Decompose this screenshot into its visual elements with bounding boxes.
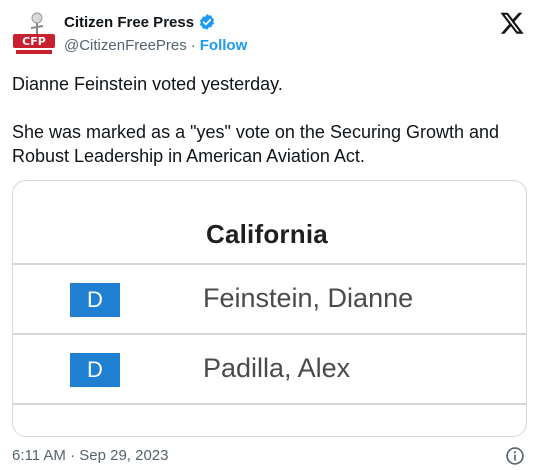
- tweet-paragraph: She was marked as a "yes" vote on the Se…: [12, 122, 500, 166]
- x-logo-icon[interactable]: [499, 10, 525, 36]
- vote-table-header: California: [13, 181, 526, 265]
- party-badge: D: [70, 283, 120, 317]
- handle-separator: ·: [190, 37, 196, 54]
- tweet-media-image[interactable]: California D Feinstein, Dianne D Padilla…: [12, 180, 527, 437]
- svg-text:CFP: CFP: [22, 35, 46, 48]
- follow-button[interactable]: Follow: [200, 37, 248, 54]
- senator-name: Padilla, Alex: [203, 353, 351, 383]
- state-title: California: [206, 219, 328, 249]
- vote-row: D Feinstein, Dianne: [13, 263, 526, 335]
- author-name[interactable]: Citizen Free Press: [64, 14, 194, 31]
- author-handle-row: @CitizenFreePres · Follow: [64, 37, 247, 54]
- senator-name: Feinstein, Dianne: [203, 283, 414, 313]
- info-icon[interactable]: [505, 446, 525, 466]
- tweet-text: Dianne Feinstein voted yesterday. She wa…: [12, 72, 527, 168]
- party-badge: D: [70, 353, 120, 387]
- avatar[interactable]: CFP: [10, 10, 58, 58]
- vote-row: D Padilla, Alex: [13, 333, 526, 405]
- tweet-timestamp[interactable]: 6:11 AM · Sep 29, 2023: [12, 447, 169, 464]
- citizen-free-press-logo-icon: CFP: [10, 10, 58, 58]
- author-handle[interactable]: @CitizenFreePres: [64, 37, 187, 54]
- verified-badge-icon: [200, 14, 215, 30]
- tweet-paragraph: Dianne Feinstein voted yesterday.: [12, 74, 283, 94]
- author-name-row: Citizen Free Press: [64, 13, 216, 31]
